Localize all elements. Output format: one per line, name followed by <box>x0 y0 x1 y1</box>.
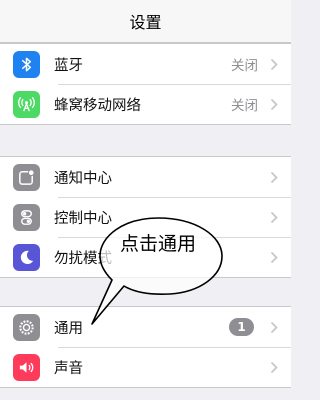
chevron-right-icon <box>270 171 278 183</box>
chevron-right-icon <box>270 251 278 263</box>
settings-row-do-not-disturb[interactable]: 勿扰模式 <box>0 237 291 277</box>
sounds-label: 声音 <box>54 360 83 377</box>
do-not-disturb-label: 勿扰模式 <box>54 250 112 267</box>
update-count-badge: 1 <box>229 318 254 336</box>
settings-group-connectivity: 蓝牙 关闭 蜂窝移动网络 关闭 <box>0 43 291 125</box>
cellular-value: 关闭 <box>231 98 258 114</box>
settings-row-general[interactable]: 通用 1 <box>0 307 291 347</box>
navigation-bar: 设置 <box>0 0 291 43</box>
chevron-right-icon <box>270 321 278 333</box>
settings-row-control-center[interactable]: 控制中心 <box>0 197 291 237</box>
bluetooth-value: 关闭 <box>231 58 258 74</box>
general-label: 通用 <box>54 320 83 337</box>
chevron-right-icon <box>270 98 278 110</box>
bluetooth-icon <box>13 50 40 78</box>
chevron-right-icon <box>270 211 278 223</box>
settings-row-bluetooth[interactable]: 蓝牙 关闭 <box>0 44 291 84</box>
notification-center-label: 通知中心 <box>54 170 112 187</box>
page-title: 设置 <box>129 13 162 32</box>
settings-row-sounds[interactable]: 声音 <box>0 347 291 387</box>
notification-center-icon <box>13 163 40 191</box>
control-center-label: 控制中心 <box>54 210 112 227</box>
cellular-label: 蜂窝移动网络 <box>54 97 141 114</box>
chevron-right-icon <box>270 58 278 70</box>
settings-group-general: 通用 1 声音 <box>0 306 291 388</box>
settings-group-notifications: 通知中心 控制中心 勿扰模式 <box>0 156 291 278</box>
chevron-right-icon <box>270 361 278 373</box>
moon-icon <box>13 243 40 271</box>
speaker-icon <box>13 353 40 381</box>
settings-row-cellular[interactable]: 蜂窝移动网络 关闭 <box>0 84 291 124</box>
control-center-toggles-icon <box>13 203 40 231</box>
settings-row-notification-center[interactable]: 通知中心 <box>0 157 291 197</box>
bluetooth-label: 蓝牙 <box>54 57 83 74</box>
cellular-antenna-icon <box>13 90 40 118</box>
gear-icon <box>13 313 40 341</box>
